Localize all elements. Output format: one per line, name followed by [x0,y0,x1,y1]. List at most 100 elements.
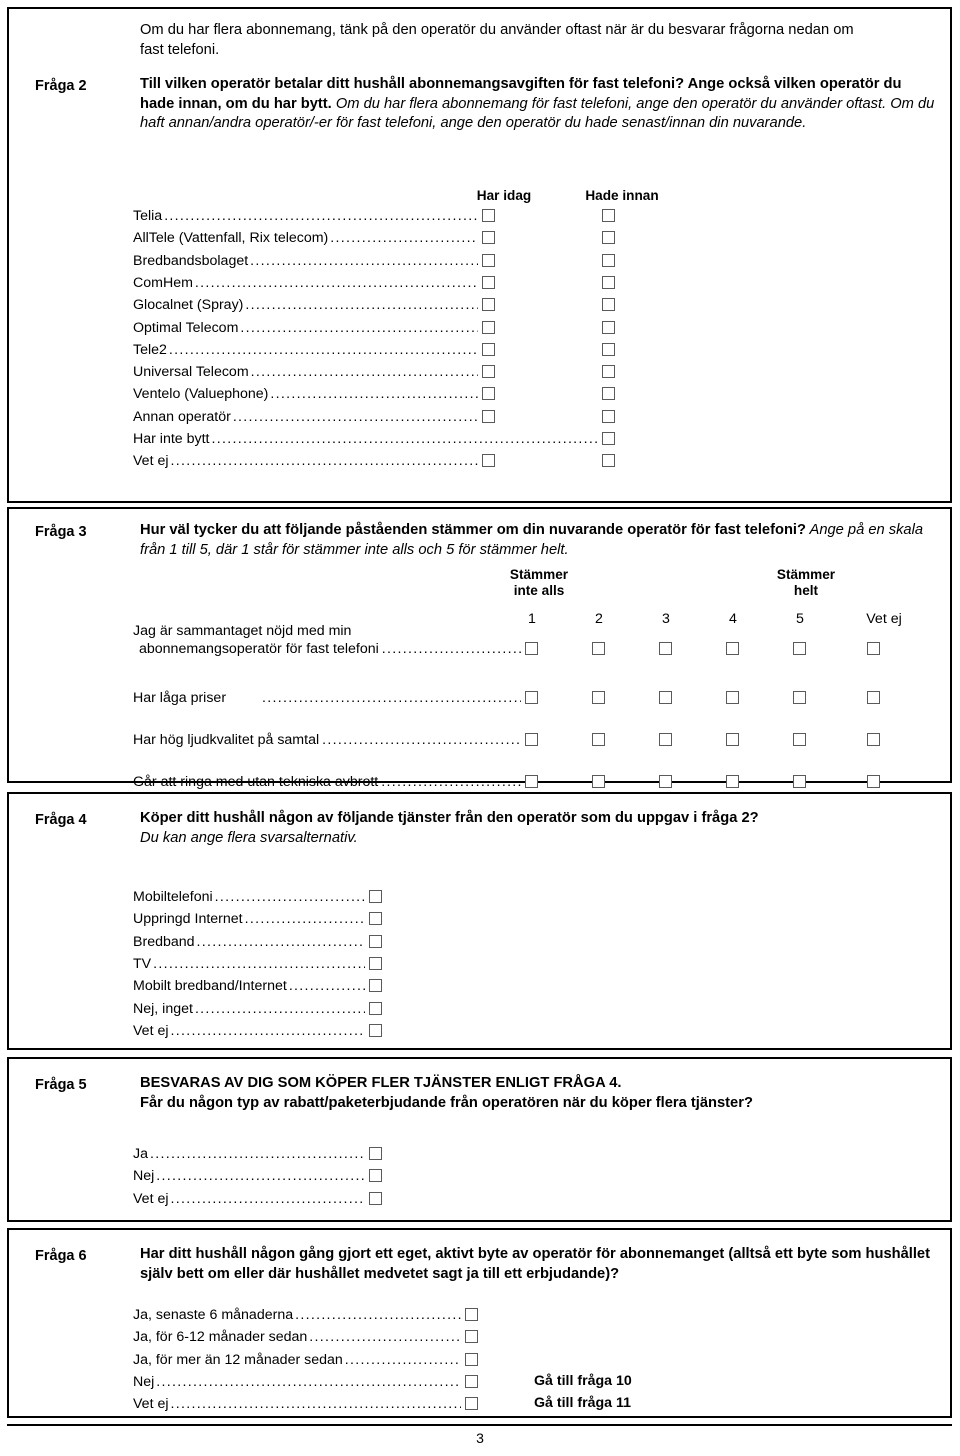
checkbox-scale-4[interactable] [726,733,739,746]
checkbox-q6-option[interactable] [465,1374,478,1388]
checkbox-har-idag[interactable] [482,320,495,334]
checkbox-scale-5[interactable] [793,691,806,704]
checkbox-hade-innan[interactable] [602,409,615,423]
checkbox-scale-2[interactable] [592,733,605,746]
checkbox-hade-innan[interactable] [602,342,615,356]
option-label: Mobiltelefoni [133,889,213,905]
checkbox-hade-innan[interactable] [602,454,615,468]
checkbox-hade-innan[interactable] [602,275,615,289]
question-label-3: Fråga 3 [35,524,87,540]
checkbox-scale-5[interactable] [793,642,806,655]
checkbox-q4-option[interactable] [369,912,382,926]
option-label: Nej, inget [133,1000,193,1017]
checkbox-har-idag[interactable] [482,231,495,245]
checkbox-q6-option[interactable] [465,1397,478,1411]
q4-option-row: Mobiltelefoni...........................… [133,888,365,906]
checkbox-har-idag[interactable] [482,365,495,379]
checkbox-q6-option[interactable] [465,1308,478,1321]
leader-dots: ...................................... [214,889,365,905]
checkbox-scale-1[interactable] [525,733,538,746]
checkbox-q5-option[interactable] [369,1147,382,1160]
checkbox-q6-option[interactable] [465,1330,478,1344]
checkbox-scale-2[interactable] [592,642,605,655]
checkbox-q6-option[interactable] [465,1352,478,1366]
checkbox-q5-option[interactable] [369,1169,382,1183]
checkbox-scale-3[interactable] [659,642,672,655]
checkbox-hade-innan[interactable] [602,231,615,245]
question-section-3: Fråga 3 Hur väl tycker du att följande p… [7,507,952,790]
goto-instruction: Gå till fråga 10 [534,1372,632,1389]
checkbox-hade-innan[interactable] [602,432,615,445]
question-label-5: Fråga 5 [35,1077,87,1093]
checkbox-har-idag[interactable] [482,253,495,267]
scale-number-5: 5 [796,611,804,627]
checkbox-scale-3[interactable] [659,733,672,746]
question-body-5: BESVARAS AV DIG SOM KÖPER FLER TJÄNSTER … [140,1074,938,1113]
scale-header-left-line2: inte alls [513,583,565,598]
leader-dots: ........................................… [170,1396,462,1413]
checkbox-scale-1[interactable] [525,691,538,704]
option-label: ComHem [133,274,193,291]
checkbox-scale-5[interactable] [793,733,806,746]
q4-option-row: Bredband................................… [133,933,365,951]
checkbox-hade-innan[interactable] [602,387,615,401]
checkbox-har-idag[interactable] [482,342,495,356]
checkbox-scale-2[interactable] [592,691,605,704]
checkbox-hade-innan[interactable] [602,365,615,379]
leader-dots: ........................................… [250,364,478,381]
page-number: 3 [476,1430,484,1446]
option-label: Vet ej [133,1190,169,1207]
checkbox-scale-vet-ej[interactable] [867,733,880,746]
checkbox-har-idag[interactable] [482,275,495,289]
q3-statement-row: Har låga priser.........................… [133,689,521,707]
question-body-3: Hur väl tycker du att följande påstående… [140,521,938,560]
question-text-4-bold: Köper ditt hushåll någon av följande tjä… [140,810,759,826]
checkbox-scale-4[interactable] [726,642,739,655]
option-label: Ja, för 6-12 månader sedan [133,1329,308,1346]
leader-dots: ...................................... [309,1329,461,1346]
checkbox-q4-option[interactable] [369,956,382,970]
checkbox-q4-option[interactable] [369,934,382,948]
checkbox-scale-2[interactable] [592,775,605,788]
checkbox-scale-3[interactable] [659,775,672,788]
checkbox-scale-4[interactable] [726,691,739,704]
leader-dots: ........................................… [156,1168,365,1185]
checkbox-hade-innan[interactable] [602,253,615,267]
option-label: Glocalnet (Spray) [133,297,244,314]
checkbox-har-idag[interactable] [482,209,495,222]
checkbox-scale-3[interactable] [659,691,672,704]
checkbox-hade-innan[interactable] [602,320,615,334]
checkbox-scale-5[interactable] [793,775,806,788]
checkbox-q4-option[interactable] [369,890,382,903]
column-header-har-idag: Har idag [476,188,532,203]
checkbox-q4-option[interactable] [369,1001,382,1015]
checkbox-har-idag[interactable] [482,409,495,423]
checkbox-hade-innan[interactable] [602,209,615,222]
checkbox-scale-vet-ej[interactable] [867,642,880,655]
leader-dots: ........................................… [322,732,521,748]
checkbox-q4-option[interactable] [369,979,382,993]
checkbox-scale-vet-ej[interactable] [867,775,880,788]
leader-dots: .................................... [381,774,521,790]
checkbox-q5-option[interactable] [369,1191,382,1205]
q2-option-row: Ventelo (Valuephone)....................… [133,385,478,403]
option-label: Bredbandsbolaget [133,252,249,269]
checkbox-har-idag[interactable] [482,454,495,468]
checkbox-scale-1[interactable] [525,775,538,788]
option-label: Uppringd Internet [133,911,243,928]
checkbox-scale-vet-ej[interactable] [867,691,880,704]
option-label: Telia [133,208,163,224]
checkbox-scale-1[interactable] [525,642,538,655]
checkbox-har-idag[interactable] [482,298,495,312]
leader-dots: ........................................… [149,1146,365,1162]
checkbox-hade-innan[interactable] [602,298,615,312]
leader-dots: ..................................... [330,230,478,247]
q2-option-row: Universal Telecom.......................… [133,363,478,381]
option-label: Vet ej [133,1396,169,1413]
option-label: Vet ej [133,1022,169,1039]
checkbox-q4-option[interactable] [369,1023,382,1037]
q4-option-row: Nej, inget..............................… [133,1000,365,1018]
checkbox-scale-4[interactable] [726,775,739,788]
q6-option-row: Ja, för mer än 12 månader sedan.........… [133,1351,461,1369]
checkbox-har-idag[interactable] [482,387,495,401]
